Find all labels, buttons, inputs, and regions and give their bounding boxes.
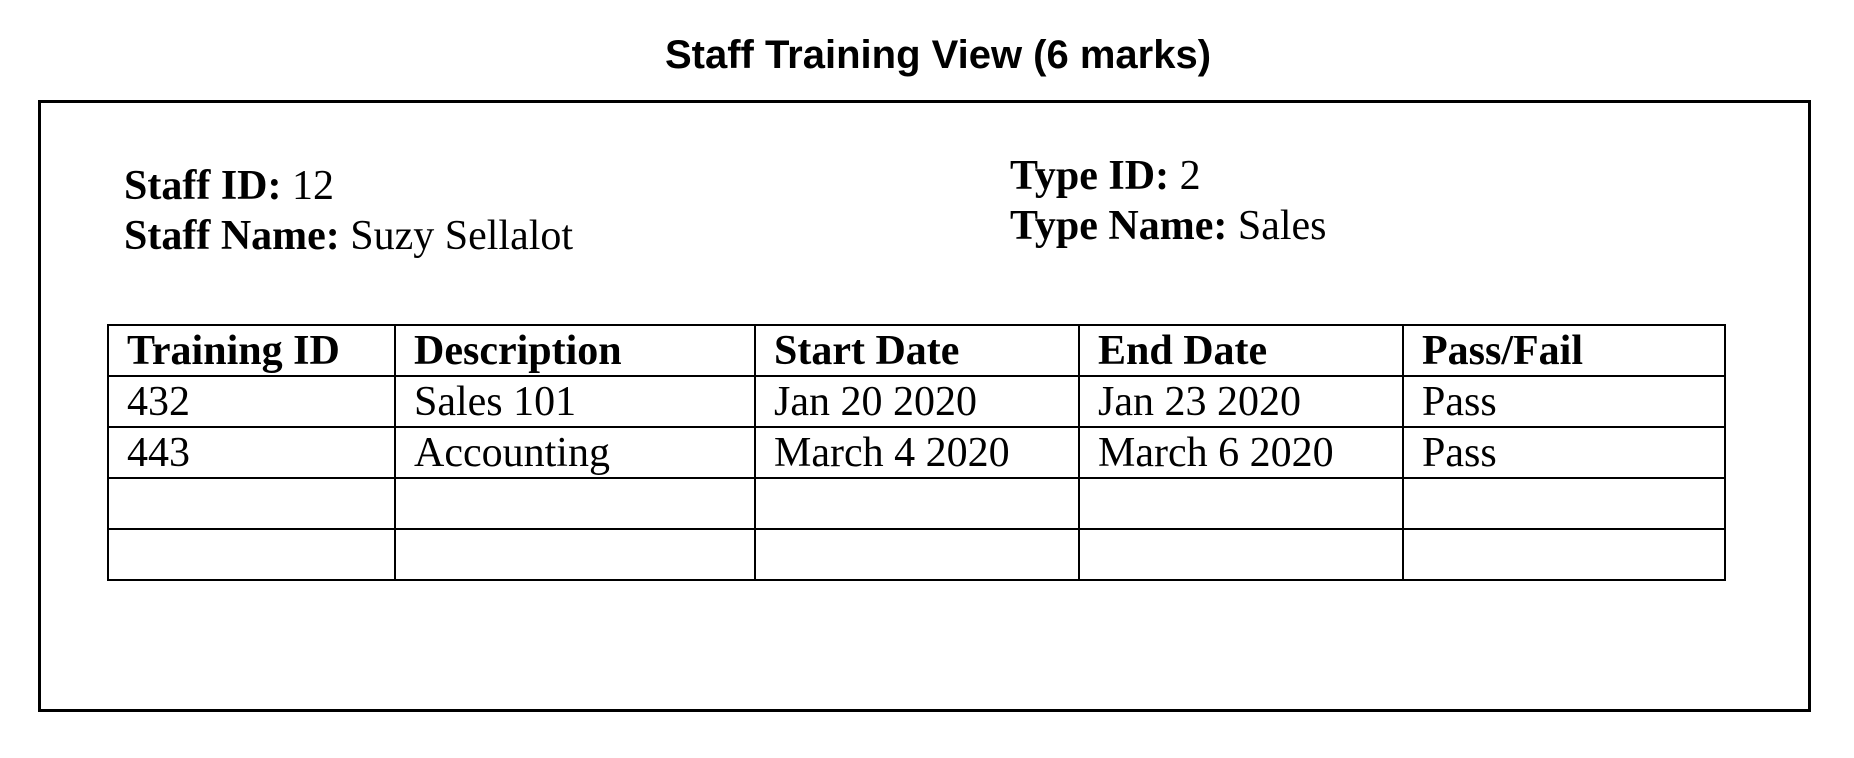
column-header: Pass/Fail <box>1402 324 1726 377</box>
table-cell: Accounting <box>394 426 756 479</box>
table-cell: Pass <box>1402 375 1726 428</box>
type-name-value: Sales <box>1237 203 1327 249</box>
table-cell <box>1078 528 1404 581</box>
page-title: Staff Training View (6 marks) <box>664 33 1212 77</box>
table-cell: Jan 23 2020 <box>1078 375 1404 428</box>
column-header: Description <box>394 324 756 377</box>
table-cell <box>394 477 756 530</box>
staff-id-line: Staff ID: 12 <box>124 161 573 211</box>
table-cell <box>754 528 1080 581</box>
table-cell: Sales 101 <box>394 375 756 428</box>
column-header: Start Date <box>754 324 1080 377</box>
type-info: Type ID: 2 Type Name: Sales <box>1010 151 1327 251</box>
table-cell: Pass <box>1402 426 1726 479</box>
type-id-value: 2 <box>1179 153 1201 199</box>
type-name-line: Type Name: Sales <box>1010 201 1327 251</box>
staff-info: Staff ID: 12 Staff Name: Suzy Sellalot <box>124 161 573 261</box>
table-row: 443 Accounting March 4 2020 March 6 2020… <box>107 426 1726 479</box>
table-cell <box>107 477 396 530</box>
table-cell <box>1078 477 1404 530</box>
staff-name-line: Staff Name: Suzy Sellalot <box>124 211 573 261</box>
training-table: Training ID Description Start Date End D… <box>107 324 1726 581</box>
table-cell: March 4 2020 <box>754 426 1080 479</box>
table-cell <box>107 528 396 581</box>
type-id-label: Type ID: <box>1010 153 1170 199</box>
table-cell: March 6 2020 <box>1078 426 1404 479</box>
type-id-line: Type ID: 2 <box>1010 151 1327 201</box>
column-header: End Date <box>1078 324 1404 377</box>
type-name-label: Type Name: <box>1010 203 1228 249</box>
table-header-row: Training ID Description Start Date End D… <box>107 324 1726 377</box>
staff-name-label: Staff Name: <box>124 213 340 259</box>
table-cell <box>1402 528 1726 581</box>
staff-name-value: Suzy Sellalot <box>350 213 574 259</box>
staff-id-value: 12 <box>291 163 334 209</box>
table-row <box>107 477 1726 530</box>
table-cell: 443 <box>107 426 396 479</box>
table-row: 432 Sales 101 Jan 20 2020 Jan 23 2020 Pa… <box>107 375 1726 428</box>
table-cell: Jan 20 2020 <box>754 375 1080 428</box>
column-header: Training ID <box>107 324 396 377</box>
table-cell: 432 <box>107 375 396 428</box>
staff-id-label: Staff ID: <box>124 163 282 209</box>
table-cell <box>394 528 756 581</box>
table-cell <box>1402 477 1726 530</box>
table-cell <box>754 477 1080 530</box>
table-row <box>107 528 1726 581</box>
